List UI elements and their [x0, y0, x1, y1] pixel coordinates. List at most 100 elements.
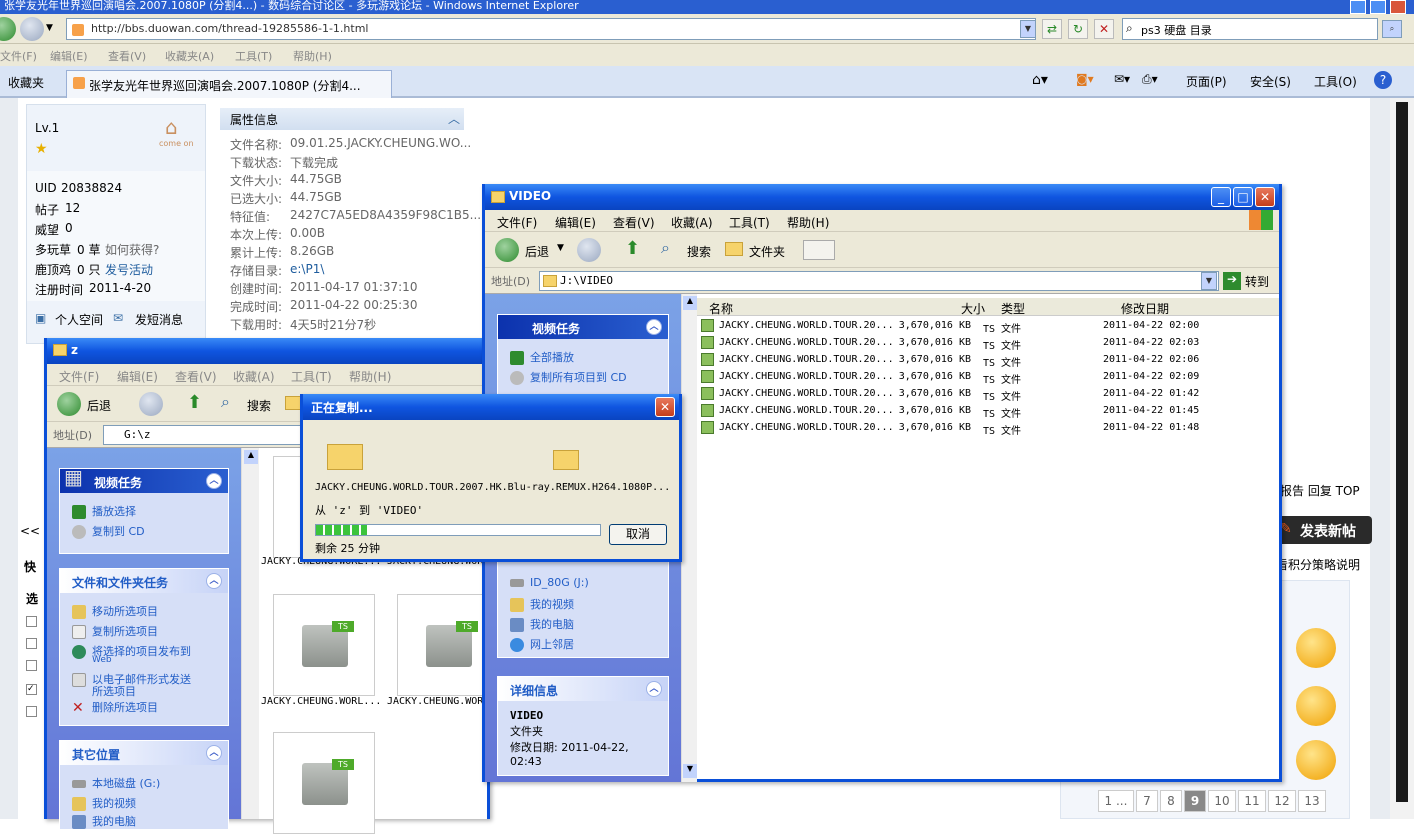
close-button[interactable]: ✕ [655, 397, 675, 417]
collapse-icon[interactable]: ︿ [448, 110, 460, 127]
collapse-icon[interactable]: ︿ [646, 319, 662, 335]
task-move[interactable]: 移动所选项目 [72, 603, 158, 619]
menu-help[interactable]: 帮助(H) [787, 214, 829, 231]
help-icon[interactable]: ? [1374, 71, 1392, 89]
smiley-icon[interactable] [1296, 628, 1336, 668]
place-my-computer[interactable]: 我的电脑 [72, 813, 136, 829]
search-icon[interactable]: ⌕ [661, 238, 670, 258]
file-row[interactable]: JACKY.CHEUNG.WORLD.TOUR.20... 3,670,016 K… [699, 386, 1259, 403]
task-email-line2[interactable]: 所选项目 [92, 683, 136, 699]
tab-current[interactable]: 张学友光年世界巡回演唱会.2007.1080P (分割4... [66, 70, 392, 98]
page-menu[interactable]: 页面(P) [1186, 73, 1227, 90]
folders-label[interactable]: 文件夹 [749, 243, 785, 260]
url-dropdown-icon[interactable]: ▼ [1020, 20, 1036, 38]
checkbox[interactable] [26, 706, 37, 717]
file-row[interactable]: JACKY.CHEUNG.WORLD.TOUR.20... 3,670,016 K… [699, 352, 1259, 369]
close-icon[interactable] [1390, 0, 1406, 14]
menu-help[interactable]: 帮助(H) [293, 48, 332, 64]
page-link[interactable]: 9 [1184, 790, 1206, 812]
page-scrollbar[interactable] [1390, 98, 1414, 819]
page-link[interactable]: 8 [1160, 790, 1182, 812]
vertical-scrollbar[interactable]: ▲ ▼ [681, 294, 697, 782]
menu-edit[interactable]: 编辑(E) [555, 214, 596, 231]
search-label[interactable]: 搜索 [687, 243, 711, 260]
place-network[interactable]: 网上邻居 [510, 636, 574, 652]
page-link[interactable]: 11 [1238, 790, 1266, 812]
back-dropdown-icon[interactable]: ▼ [557, 243, 564, 253]
favorites-button[interactable]: 收藏夹 [8, 74, 44, 91]
column-name[interactable]: 名称 [709, 300, 733, 317]
checkbox[interactable] [26, 638, 37, 649]
menu-view[interactable]: 查看(V) [108, 48, 146, 64]
url-input[interactable]: http://bbs.duowan.com/thread-19285586-1-… [66, 18, 1036, 40]
details-header[interactable]: 详细信息 ︿ [498, 677, 668, 701]
print-icon[interactable]: ⎙▾ [1142, 72, 1158, 87]
other-places-header[interactable]: 其它位置 ︿ [60, 741, 228, 765]
place-my-videos[interactable]: 我的视频 [72, 795, 136, 811]
search-icon[interactable]: ⌕ [221, 392, 230, 412]
video-thumbnail[interactable] [397, 594, 491, 696]
scroll-down-icon[interactable]: ▼ [683, 764, 697, 778]
vertical-scrollbar[interactable]: ▲ [241, 448, 259, 819]
collapse-icon[interactable]: ︿ [206, 473, 222, 489]
menu-tools[interactable]: 工具(T) [235, 48, 272, 64]
window-titlebar[interactable]: VIDEO [485, 184, 1279, 210]
stop-icon[interactable]: ✕ [1094, 19, 1114, 39]
menu-favorites[interactable]: 收藏(A) [233, 368, 275, 385]
checkbox-checked[interactable]: ✓ [26, 684, 37, 695]
page-link[interactable]: 1 ... [1098, 790, 1134, 812]
file-tasks-header[interactable]: 文件和文件夹任务 ︿ [60, 569, 228, 593]
column-date[interactable]: 修改日期 [1121, 300, 1169, 317]
task-copy[interactable]: 复制所选项目 [72, 623, 158, 639]
scroll-up-icon[interactable]: ▲ [244, 450, 258, 464]
task-copy-all-to-cd[interactable]: 复制所有项目到 CD [510, 369, 627, 385]
collapse-icon[interactable]: ︿ [206, 573, 222, 589]
tools-menu[interactable]: 工具(O) [1314, 73, 1357, 90]
place-drive-j[interactable]: ID_80G (J:) [510, 576, 589, 589]
menu-view[interactable]: 查看(V) [175, 368, 217, 385]
collapse-icon[interactable]: ︿ [206, 745, 222, 761]
menu-favorites[interactable]: 收藏夹(A) [165, 48, 214, 64]
minimize-button[interactable]: _ [1211, 187, 1231, 207]
home-icon[interactable]: ⌂▾ [1032, 72, 1048, 88]
video-tasks-header[interactable]: 视频任务 ︿ [60, 469, 228, 493]
task-publish[interactable]: 将选择的项目发布到 [72, 643, 191, 659]
page-link[interactable]: 10 [1208, 790, 1236, 812]
dialog-titlebar[interactable]: 正在复制... [303, 394, 679, 420]
grass-link[interactable]: 如何获得? [105, 241, 159, 258]
page-link[interactable]: 12 [1268, 790, 1296, 812]
address-dropdown-icon[interactable]: ▼ [1201, 272, 1217, 290]
cancel-button[interactable]: 取消 [609, 524, 667, 545]
safety-menu[interactable]: 安全(S) [1250, 73, 1291, 90]
checkbox[interactable] [26, 616, 37, 627]
up-folder-icon[interactable]: ⬆ [187, 392, 202, 413]
mail-icon[interactable]: ✉▾ [1114, 72, 1130, 86]
column-type[interactable]: 类型 [1001, 300, 1025, 317]
menu-tools[interactable]: 工具(T) [729, 214, 770, 231]
collapse-icon[interactable]: ︿ [646, 681, 662, 697]
personal-space-link[interactable]: 个人空间 [55, 311, 103, 328]
go-icon[interactable]: ➔ [1223, 272, 1241, 290]
task-play-all[interactable]: 全部播放 [510, 349, 574, 365]
send-message-link[interactable]: 发短消息 [135, 311, 183, 328]
file-row[interactable]: JACKY.CHEUNG.WORLD.TOUR.20... 3,670,016 K… [699, 369, 1259, 386]
forward-button[interactable] [577, 238, 601, 262]
maximize-icon[interactable] [1370, 0, 1386, 14]
file-row[interactable]: JACKY.CHEUNG.WORLD.TOUR.20... 3,670,016 K… [699, 335, 1259, 352]
minimize-icon[interactable] [1350, 0, 1366, 14]
task-delete[interactable]: ✕ 删除所选项目 [72, 699, 158, 715]
menu-file[interactable]: 文件(F) [497, 214, 537, 231]
place-my-videos[interactable]: 我的视频 [510, 596, 574, 612]
rss-icon[interactable]: ◙▾ [1076, 72, 1094, 86]
file-row[interactable]: JACKY.CHEUNG.WORLD.TOUR.20... 3,670,016 K… [699, 318, 1259, 335]
new-post-button[interactable]: ✎ 发表新帖 [1272, 516, 1372, 544]
post-actions[interactable]: 报告 回复 TOP [1280, 482, 1360, 499]
page-link[interactable]: 7 [1136, 790, 1158, 812]
up-folder-icon[interactable]: ⬆ [625, 238, 640, 259]
window-titlebar[interactable]: z [47, 338, 487, 364]
video-thumbnail[interactable] [273, 594, 375, 696]
search-label[interactable]: 搜索 [247, 397, 271, 414]
menu-edit[interactable]: 编辑(E) [117, 368, 158, 385]
attachment-value[interactable]: e:\P1\ [290, 262, 324, 276]
menu-favorites[interactable]: 收藏(A) [671, 214, 713, 231]
